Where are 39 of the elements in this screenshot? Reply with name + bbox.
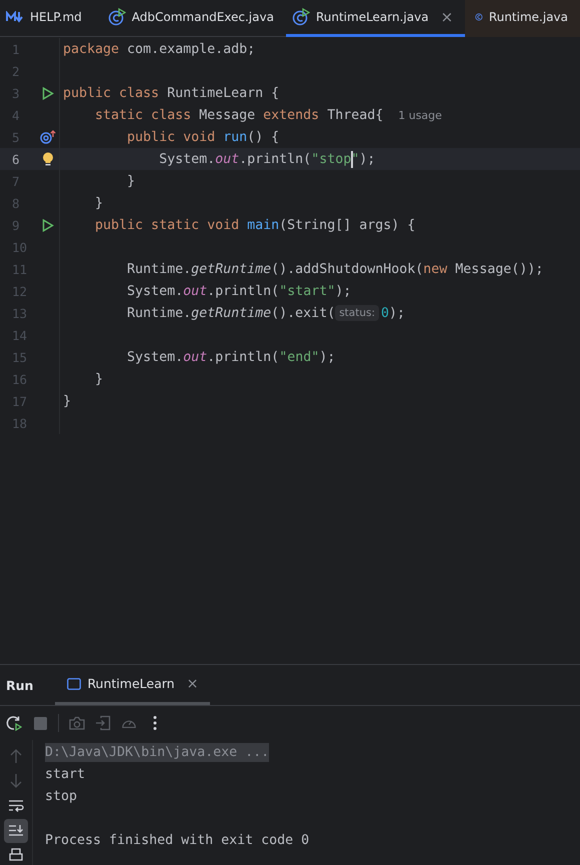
code-text: Runtime.getRuntime().exit( bbox=[126, 306, 336, 320]
class-run-icon bbox=[108, 8, 126, 26]
code-text: static class Message extends Thread{ bbox=[94, 108, 384, 122]
target-icon[interactable] bbox=[40, 130, 56, 144]
code-text: public static void main(String[] args) { bbox=[94, 218, 416, 232]
close-icon[interactable]: × bbox=[440, 8, 454, 26]
code-text: } bbox=[126, 174, 136, 188]
code-text: public class RuntimeLearn { bbox=[63, 86, 280, 100]
code-text: Runtime.getRuntime().addShutdownHook(new Message()); bbox=[126, 262, 544, 276]
code-text: } bbox=[94, 372, 104, 386]
code-text: } bbox=[94, 196, 104, 210]
code-text: public void run() { bbox=[126, 130, 280, 144]
editor-tab[interactable]: Runtime.java bbox=[465, 0, 580, 37]
console-output: Process finished with exit code 0 bbox=[45, 832, 310, 848]
class-run-icon bbox=[292, 8, 310, 26]
lightbulb-icon[interactable] bbox=[42, 152, 54, 166]
code-text: System.out.println("start"); bbox=[126, 284, 352, 298]
run-icon[interactable] bbox=[42, 86, 54, 100]
line-number: 6 bbox=[11, 152, 21, 166]
editor-tab[interactable]: AdbCommandExec.java bbox=[94, 0, 286, 37]
rerun-icon[interactable] bbox=[6, 715, 22, 731]
parameter-hint: status: bbox=[335, 305, 380, 321]
panel-title: Run bbox=[5, 678, 34, 692]
console-output: start bbox=[45, 766, 86, 782]
code-text: 0); bbox=[381, 306, 406, 320]
window-icon bbox=[67, 678, 82, 690]
code-text: package com.example.adb; bbox=[63, 42, 256, 56]
code-text: System.out.println("stop"); bbox=[158, 150, 376, 168]
run-icon[interactable] bbox=[42, 218, 54, 232]
run-tab[interactable]: RuntimeLearn × bbox=[55, 665, 210, 705]
usage-hint[interactable]: 1 usage bbox=[398, 108, 442, 122]
code-text: System.out.println("end"); bbox=[126, 350, 336, 364]
code-text: } bbox=[63, 394, 72, 408]
markdown-icon bbox=[6, 11, 24, 23]
editor-tab[interactable]: HELP.md bbox=[0, 0, 94, 37]
scroll-to-end-icon[interactable] bbox=[4, 819, 28, 843]
more-icon[interactable] bbox=[153, 715, 157, 731]
console-output: stop bbox=[45, 788, 78, 804]
close-icon[interactable]: × bbox=[186, 676, 198, 692]
